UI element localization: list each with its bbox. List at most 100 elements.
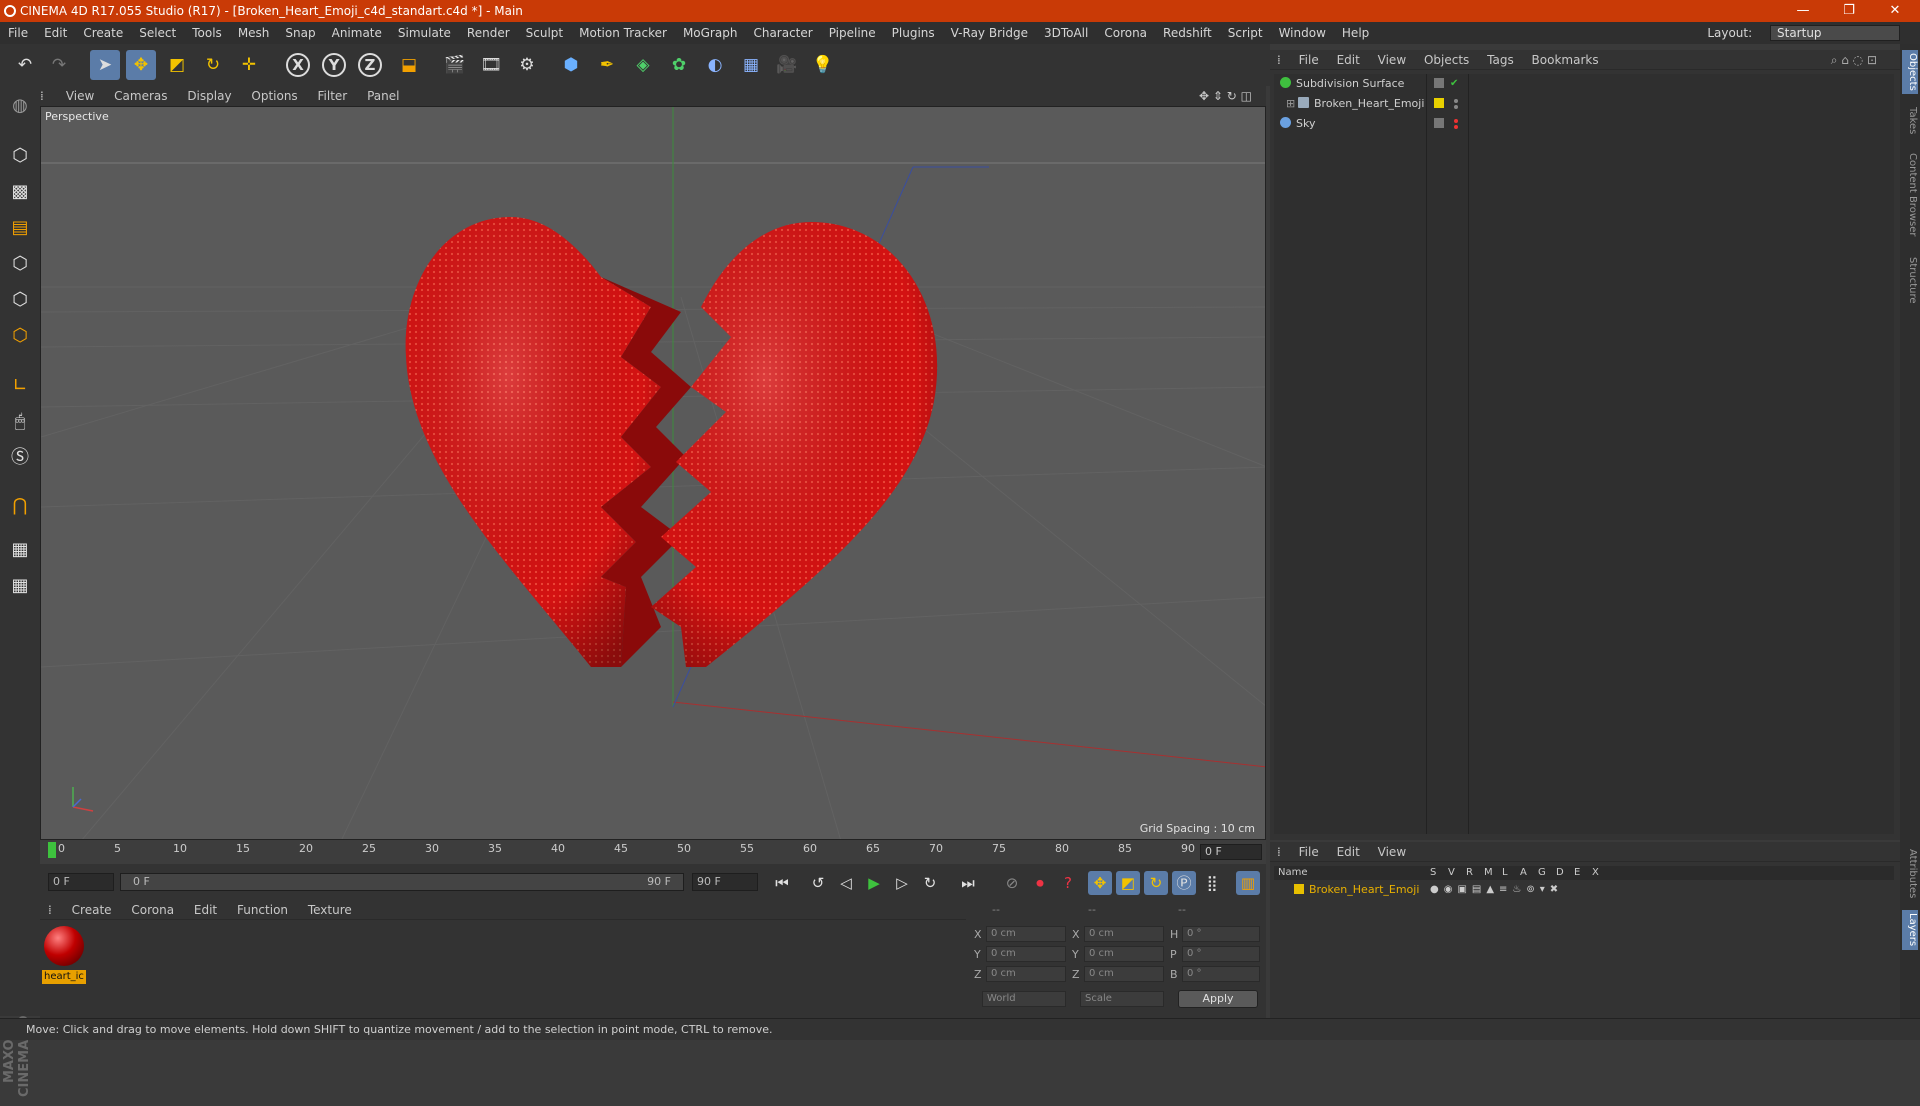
goto-end-icon[interactable]: ⏭: [956, 871, 980, 895]
size-z-field[interactable]: 0 cm: [1084, 966, 1164, 982]
camera-icon[interactable]: 🎥: [772, 50, 802, 80]
editor-visibility-dot[interactable]: [1454, 99, 1458, 103]
editor-visibility-dot[interactable]: [1454, 119, 1458, 123]
z-axis-lock-icon[interactable]: Z: [358, 53, 382, 77]
viewport-menu-cameras[interactable]: Cameras: [106, 86, 175, 106]
viewport-menu-display[interactable]: Display: [179, 86, 239, 106]
material-menu-texture[interactable]: Texture: [300, 900, 360, 920]
menu-script[interactable]: Script: [1220, 22, 1271, 44]
rotation-h-field[interactable]: 0 °: [1182, 926, 1260, 942]
layer-menu-view[interactable]: View: [1371, 842, 1413, 862]
coord-space-dropdown[interactable]: World: [982, 991, 1066, 1007]
y-axis-lock-icon[interactable]: Y: [322, 53, 346, 77]
layer-menu-file[interactable]: File: [1292, 842, 1326, 862]
object-menu-edit[interactable]: Edit: [1330, 50, 1367, 70]
object-menu-view[interactable]: View: [1371, 50, 1413, 70]
menu-tools[interactable]: Tools: [184, 22, 230, 44]
key-parameter-icon[interactable]: Ⓟ: [1172, 871, 1196, 895]
rotation-b-field[interactable]: 0 °: [1182, 966, 1260, 982]
column-animation[interactable]: A: [1520, 866, 1527, 880]
panel-grip-icon[interactable]: ⁞: [40, 86, 54, 106]
key-position-icon[interactable]: ✥: [1088, 871, 1112, 895]
viewport-menu-options[interactable]: Options: [243, 86, 305, 106]
material-name[interactable]: heart_ic: [42, 970, 86, 984]
side-tab-objects[interactable]: Objects: [1902, 50, 1918, 94]
layout-dropdown[interactable]: Startup: [1770, 25, 1900, 41]
menu-select[interactable]: Select: [131, 22, 184, 44]
menu-create[interactable]: Create: [75, 22, 131, 44]
light-bulb-icon[interactable]: 💡: [808, 50, 838, 80]
column-solo[interactable]: S: [1430, 866, 1436, 880]
next-frame-icon[interactable]: ▷: [890, 871, 914, 895]
column-manager[interactable]: M: [1484, 866, 1493, 880]
side-tab-structure[interactable]: Structure: [1902, 252, 1918, 308]
menu-plugins[interactable]: Plugins: [884, 22, 943, 44]
scale-icon[interactable]: ◩: [162, 50, 192, 80]
cube-primitive-icon[interactable]: ⬢: [556, 50, 586, 80]
enabled-check-icon[interactable]: ✔: [1450, 74, 1458, 93]
points-mode-icon[interactable]: ⬡: [4, 248, 36, 280]
layer-menu-edit[interactable]: Edit: [1330, 842, 1367, 862]
start-frame-field[interactable]: 0 F: [48, 873, 114, 891]
redo-icon[interactable]: ↷: [44, 50, 74, 80]
restore-button[interactable]: ❐: [1826, 0, 1872, 22]
key-pla-icon[interactable]: ⣿: [1200, 871, 1224, 895]
material-preview-ball[interactable]: [44, 926, 84, 966]
side-tab-layers[interactable]: Layers: [1902, 910, 1918, 950]
workplane-mode-icon[interactable]: ▤: [4, 212, 36, 244]
rotate-icon[interactable]: ↻: [198, 50, 228, 80]
side-tab-content-browser[interactable]: Content Browser: [1902, 148, 1918, 242]
viewport-menu-filter[interactable]: Filter: [310, 86, 356, 106]
material-menu-edit[interactable]: Edit: [186, 900, 225, 920]
position-x-field[interactable]: 0 cm: [986, 926, 1066, 942]
menu-character[interactable]: Character: [745, 22, 820, 44]
perspective-viewport[interactable]: Perspective Grid Spacing : 10 cm: [40, 106, 1266, 840]
subdivision-surface-icon[interactable]: ◈: [628, 50, 658, 80]
render-visibility-dot[interactable]: [1454, 125, 1458, 129]
select-arrow-icon[interactable]: ➤: [90, 50, 120, 80]
panel-grip-icon[interactable]: ⁞: [1270, 842, 1288, 862]
tweak-mode-icon[interactable]: 🖱: [4, 406, 36, 438]
key-rotation-icon[interactable]: ↻: [1144, 871, 1168, 895]
preview-range-slider[interactable]: 0 F 90 F: [120, 873, 684, 891]
timeline-current-frame-field[interactable]: 0 F: [1200, 844, 1262, 860]
column-expressions[interactable]: E: [1574, 866, 1580, 880]
menu-edit[interactable]: Edit: [36, 22, 75, 44]
object-row[interactable]: ⊞ Broken_Heart_Emoji: [1274, 94, 1894, 113]
object-name[interactable]: Broken_Heart_Emoji: [1314, 97, 1424, 110]
planar-workplane-icon[interactable]: ▦: [4, 570, 36, 602]
menu-file[interactable]: File: [0, 22, 36, 44]
edges-mode-icon[interactable]: ⬡: [4, 284, 36, 316]
apply-button[interactable]: Apply: [1178, 990, 1258, 1008]
object-menu-bookmarks[interactable]: Bookmarks: [1525, 50, 1606, 70]
menu-motion-tracker[interactable]: Motion Tracker: [571, 22, 675, 44]
viewport-menu-panel[interactable]: Panel: [359, 86, 407, 106]
snap-magnet-icon[interactable]: ⋂: [4, 490, 36, 522]
render-view-icon[interactable]: 🎬: [440, 50, 470, 80]
transform-icon[interactable]: ✛: [234, 50, 264, 80]
current-frame-marker[interactable]: [48, 842, 56, 858]
undo-icon[interactable]: ↶: [10, 50, 40, 80]
floor-grid-icon[interactable]: ▦: [736, 50, 766, 80]
menu-help[interactable]: Help: [1334, 22, 1377, 44]
mograph-cloner-icon[interactable]: ✿: [664, 50, 694, 80]
spline-pen-icon[interactable]: ✒: [592, 50, 622, 80]
size-x-field[interactable]: 0 cm: [1084, 926, 1164, 942]
axis-mode-icon[interactable]: ∟: [4, 370, 36, 402]
viewport-menu-view[interactable]: View: [58, 86, 102, 106]
menu-mograph[interactable]: MoGraph: [675, 22, 746, 44]
deformer-icon[interactable]: ◐: [700, 50, 730, 80]
close-button[interactable]: ✕: [1872, 0, 1918, 22]
material-menu-create[interactable]: Create: [64, 900, 120, 920]
material-menu-corona[interactable]: Corona: [123, 900, 182, 920]
record-disabled-icon[interactable]: ⊘: [1000, 871, 1024, 895]
render-picture-viewer-icon[interactable]: 🎞: [476, 50, 506, 80]
panel-grip-icon[interactable]: ⁞: [40, 900, 60, 920]
play-icon[interactable]: ▶: [862, 871, 886, 895]
expand-icon[interactable]: ⊞: [1286, 94, 1296, 113]
x-axis-lock-icon[interactable]: X: [286, 53, 310, 77]
viewport-navigation-icons[interactable]: ✥ ⇕ ↻ ◫: [1191, 86, 1260, 106]
menu-snap[interactable]: Snap: [277, 22, 323, 44]
end-frame-field[interactable]: 90 F: [692, 873, 758, 891]
object-name[interactable]: Subdivision Surface: [1296, 77, 1404, 90]
